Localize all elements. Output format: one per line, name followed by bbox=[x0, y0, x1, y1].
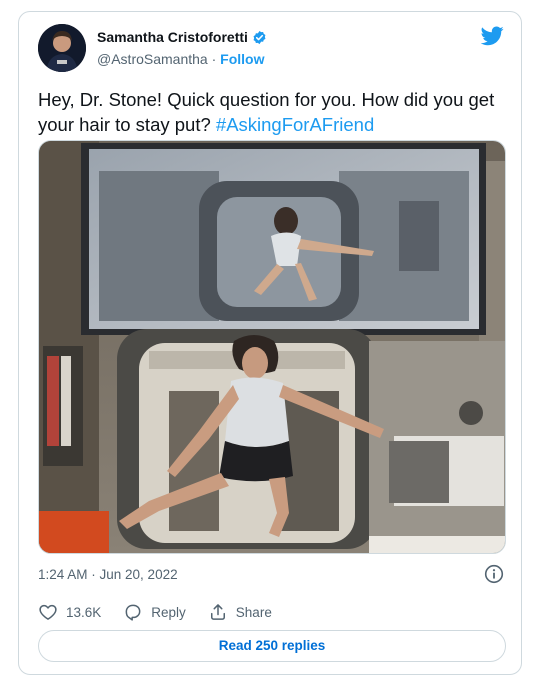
like-count: 13.6K bbox=[66, 604, 102, 620]
like-button[interactable]: 13.6K bbox=[38, 602, 101, 622]
reply-label: Reply bbox=[151, 604, 186, 620]
author-handle[interactable]: @AstroSamantha bbox=[97, 51, 208, 67]
tweet-card: Samantha Cristoforetti @AstroSamantha · … bbox=[18, 11, 522, 675]
tweet-timestamp[interactable]: 1:24 AM · Jun 20, 2022 bbox=[38, 567, 178, 582]
tweet-photo[interactable] bbox=[38, 140, 506, 554]
tweet-text: Hey, Dr. Stone! Quick question for you. … bbox=[38, 87, 508, 137]
heart-icon bbox=[39, 604, 57, 620]
info-icon[interactable] bbox=[484, 564, 504, 584]
share-upload-icon bbox=[210, 604, 225, 620]
reply-button[interactable]: Reply bbox=[123, 602, 186, 622]
author-handle-row: @AstroSamantha · Follow bbox=[97, 51, 265, 67]
read-replies-button[interactable]: Read 250 replies bbox=[38, 630, 506, 662]
tweet-actions: 13.6K Reply Share bbox=[38, 602, 294, 622]
share-label: Share bbox=[235, 604, 272, 620]
photo-illustration bbox=[39, 141, 505, 553]
author-avatar[interactable] bbox=[38, 24, 86, 72]
tweet-header: Samantha Cristoforetti @AstroSamantha · … bbox=[19, 12, 521, 82]
share-button[interactable]: Share bbox=[208, 602, 272, 622]
verified-badge-icon bbox=[252, 30, 267, 45]
author-display-name[interactable]: Samantha Cristoforetti bbox=[97, 29, 248, 45]
twitter-bird-icon[interactable] bbox=[480, 26, 504, 46]
handle-separator: · bbox=[211, 51, 217, 67]
author-name-row: Samantha Cristoforetti bbox=[97, 29, 267, 45]
reply-bubble-icon bbox=[125, 604, 141, 621]
hashtag-link[interactable]: #AskingForAFriend bbox=[216, 114, 374, 135]
follow-button[interactable]: Follow bbox=[220, 51, 264, 67]
